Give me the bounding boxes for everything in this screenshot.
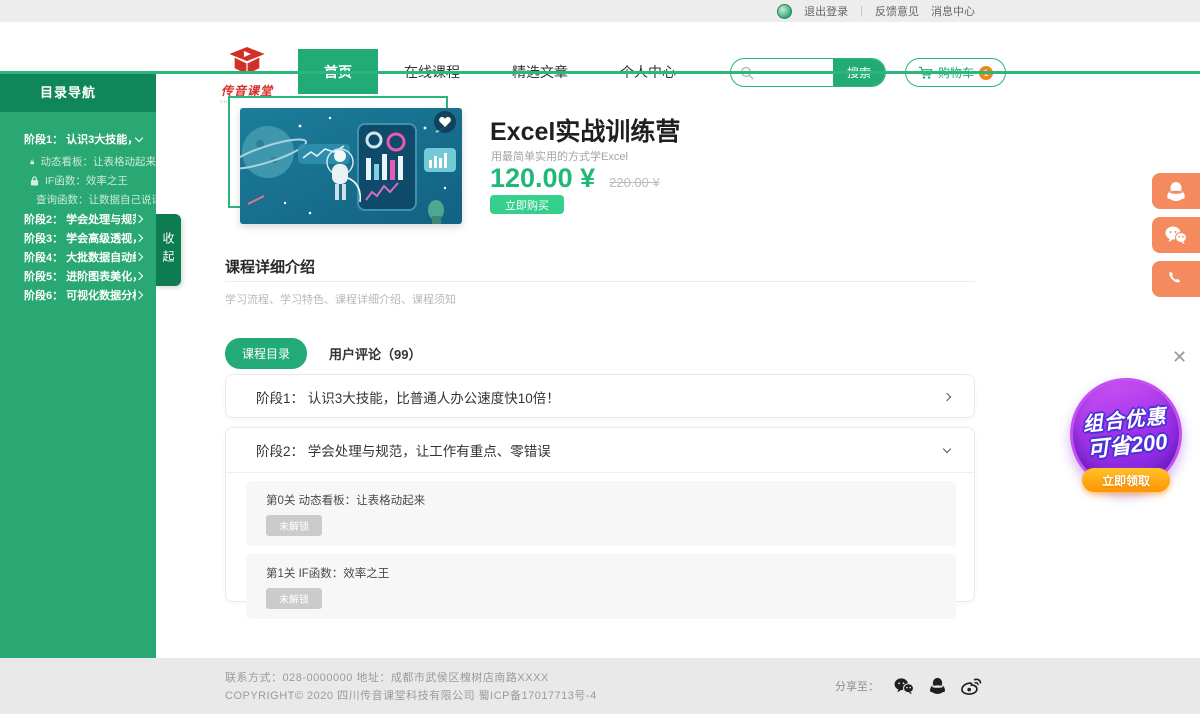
share-qq-icon[interactable] bbox=[929, 676, 946, 695]
sidebar-item-stage2[interactable]: 阶段2： 学会处理与规范，让工作... bbox=[0, 209, 156, 228]
divider bbox=[225, 281, 975, 282]
locked-badge: 未解锁 bbox=[266, 588, 322, 609]
sidebar-title: 目录导航 bbox=[0, 74, 156, 112]
phone-contact-button[interactable] bbox=[1152, 261, 1200, 297]
wechat-contact-button[interactable] bbox=[1152, 217, 1200, 253]
stage2-header[interactable]: 阶段2： 学会处理与规范，让工作有重点、零错误 bbox=[226, 428, 974, 472]
logout-link[interactable]: 退出登录 bbox=[804, 3, 848, 19]
qq-contact-button[interactable] bbox=[1152, 173, 1200, 209]
page: 退出登录 | 反馈意见 消息中心 传音课堂 CHUANYINKETANG 首页 … bbox=[0, 0, 1200, 714]
sidebar-lesson-lookup[interactable]: 查询函数：让数据自己说话 bbox=[0, 190, 156, 209]
chevron-right-icon bbox=[135, 290, 143, 298]
sidebar-item-stage1[interactable]: 阶段1： 认识3大技能，比普通人... bbox=[0, 126, 156, 152]
course-cover-image[interactable] bbox=[240, 108, 462, 224]
share-wechat-icon[interactable] bbox=[893, 677, 915, 695]
chevron-down-icon bbox=[943, 444, 951, 452]
chevron-right-icon bbox=[135, 271, 143, 279]
lock-icon bbox=[30, 157, 35, 167]
share-weibo-icon[interactable] bbox=[960, 676, 982, 695]
phone-icon bbox=[1167, 270, 1185, 288]
lesson-row-1[interactable]: 第1关 IF函数：效率之王 未解锁 bbox=[246, 554, 956, 619]
sidebar-item-stage6[interactable]: 阶段6： 可视化数据分析，帮老板... bbox=[0, 285, 156, 304]
catalog-sidebar: 目录导航 阶段1： 认识3大技能，比普通人... 动态看板：让表格动起来 IF函… bbox=[0, 74, 156, 658]
chevron-right-icon bbox=[135, 214, 143, 222]
footer-copyright: COPYRIGHT© 2020 四川传音课堂科技有限公司 蜀ICP备170177… bbox=[225, 687, 597, 703]
curriculum-section-stage2: 阶段2： 学会处理与规范，让工作有重点、零错误 第0关 动态看板：让表格动起来 … bbox=[225, 427, 975, 602]
sidebar-item-stage4[interactable]: 阶段4： 大批数据自动统计分析，... bbox=[0, 247, 156, 266]
lesson-row-0[interactable]: 第0关 动态看板：让表格动起来 未解锁 bbox=[246, 481, 956, 546]
sidebar-collapse-button[interactable]: 收起 bbox=[156, 214, 181, 286]
tab-curriculum[interactable]: 课程目录 bbox=[225, 338, 307, 369]
tab-reviews[interactable]: 用户评论（99） bbox=[329, 344, 421, 363]
topbar: 退出登录 | 反馈意见 消息中心 bbox=[0, 0, 1200, 22]
detail-section-title: 课程详细介绍 bbox=[225, 256, 315, 277]
sidebar-item-stage3[interactable]: 阶段3： 学会高级透视，拥有同时... bbox=[0, 228, 156, 247]
avatar[interactable] bbox=[777, 4, 792, 19]
chevron-right-icon bbox=[135, 233, 143, 241]
sidebar-lesson-dashboard[interactable]: 动态看板：让表格动起来 bbox=[0, 152, 156, 171]
curriculum-section-stage1: 阶段1： 认识3大技能，比普通人办公速度快10倍！ bbox=[225, 374, 975, 418]
chevron-down-icon bbox=[135, 133, 143, 141]
footer: 联系方式：028-0000000 地址：成都市武侯区槐树店南路XXXX COPY… bbox=[0, 658, 1200, 714]
footer-contact: 联系方式：028-0000000 地址：成都市武侯区槐树店南路XXXX bbox=[225, 669, 549, 685]
detail-summary: 学习流程、学习特色、课程详细介绍、课程须知 bbox=[225, 291, 456, 307]
qq-icon bbox=[1166, 180, 1186, 202]
sidebar-lesson-if[interactable]: IF函数：效率之王 bbox=[0, 171, 156, 190]
header: 传音课堂 CHUANYINKETANG 首页 在线课程 精选文章 个人中心 搜索… bbox=[0, 22, 1200, 72]
buy-now-button[interactable]: 立即购买 bbox=[490, 195, 564, 214]
course-title: Excel实战训练营 bbox=[490, 112, 680, 148]
topbar-divider: | bbox=[860, 5, 863, 17]
course-price: 120.00 ¥ bbox=[490, 163, 595, 194]
header-accent-line bbox=[0, 71, 1200, 74]
lesson-title: 第0关 动态看板：让表格动起来 bbox=[266, 492, 936, 508]
feedback-link[interactable]: 反馈意见 bbox=[875, 3, 919, 19]
promo-claim-button[interactable]: 立即领取 bbox=[1082, 468, 1170, 492]
sidebar-item-stage5[interactable]: 阶段5： 进阶图表美化，让汇报一... bbox=[0, 266, 156, 285]
messages-link[interactable]: 消息中心 bbox=[931, 3, 975, 19]
wechat-icon bbox=[1164, 225, 1188, 245]
chevron-right-icon bbox=[135, 252, 143, 260]
locked-badge: 未解锁 bbox=[266, 515, 322, 536]
lock-icon bbox=[30, 176, 39, 186]
course-subtitle: 用最简单实用的方式学Excel bbox=[491, 148, 628, 164]
course-original-price: 220.00 ¥ bbox=[609, 175, 660, 190]
stage1-header[interactable]: 阶段1： 认识3大技能，比普通人办公速度快10倍！ bbox=[226, 375, 974, 419]
lesson-title: 第1关 IF函数：效率之王 bbox=[266, 565, 936, 581]
promo-close-icon[interactable]: ✕ bbox=[1172, 348, 1187, 366]
chevron-right-icon bbox=[943, 393, 951, 401]
share-label: 分享至： bbox=[835, 678, 879, 694]
detail-tabs: 课程目录 用户评论（99） bbox=[225, 338, 421, 369]
